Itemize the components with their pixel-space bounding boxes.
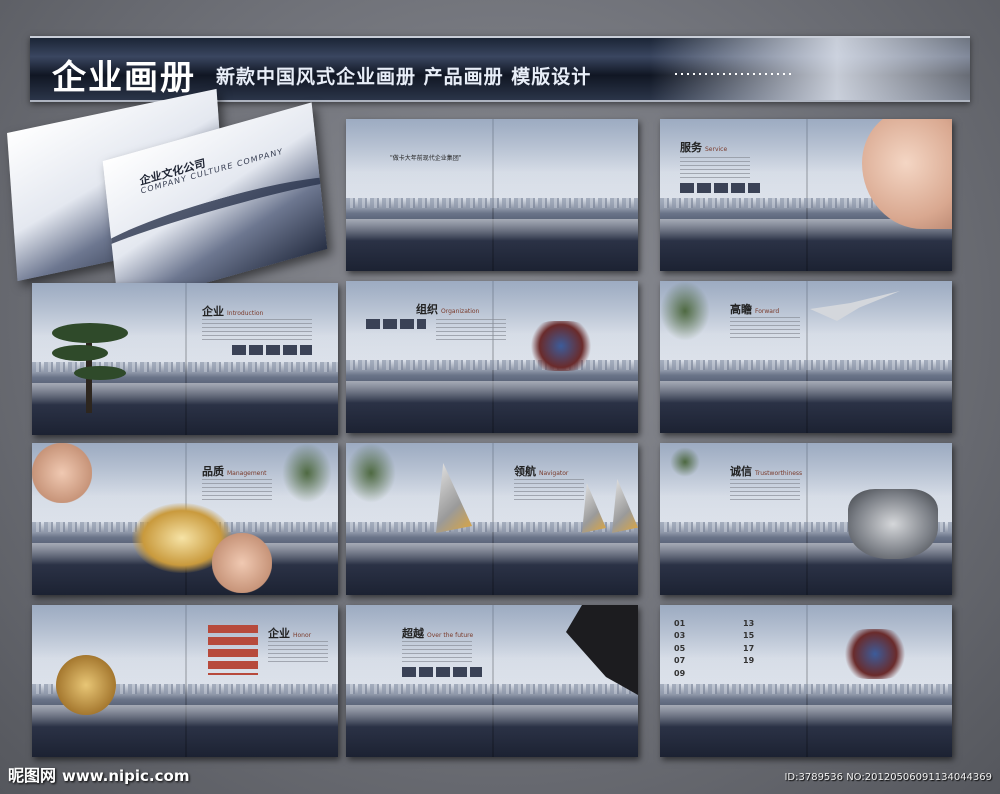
timeline-entry: 09 bbox=[674, 668, 686, 678]
thumbnail-strip bbox=[366, 319, 426, 329]
spread-company: 企业 Introduction bbox=[32, 283, 338, 435]
bamboo-leaves-icon bbox=[282, 443, 332, 503]
header-banner: 企业画册 新款中国风式企业画册 产品画册 模版设计 bbox=[30, 36, 970, 102]
spread-heading: 服务 Service bbox=[680, 141, 728, 154]
body-text-lines bbox=[402, 641, 472, 665]
city-skyline bbox=[660, 684, 952, 695]
spread-heading: 组织 Organization bbox=[416, 303, 480, 316]
bamboo-leaves-icon bbox=[346, 443, 396, 503]
spread-heading: 超越 Over the future bbox=[402, 627, 474, 640]
body-text-lines bbox=[436, 319, 506, 343]
spread-heading: 企业 Honor bbox=[268, 627, 312, 640]
spread-surpass: 超越 Over the future bbox=[346, 605, 638, 757]
spread-quality: 品质 Management bbox=[32, 443, 338, 595]
spread-heading: 高瞻 Forward bbox=[730, 303, 780, 316]
brand-name: 昵图网 bbox=[8, 766, 57, 785]
timeline-entry: 03 bbox=[674, 631, 686, 641]
skydivers-photo bbox=[526, 321, 596, 371]
timeline-entry: 15 bbox=[743, 631, 755, 641]
pine-tree-icon bbox=[52, 323, 128, 413]
footer-brand: 昵图网 www.nipic.com bbox=[8, 762, 189, 786]
spread-quote: "做卡大年前现代企业集团" bbox=[390, 155, 462, 162]
hand-tweezers-photo bbox=[32, 443, 92, 503]
timeline-list: 01 13 03 15 05 17 07 19 09 bbox=[674, 619, 804, 679]
footer-id: ID:3789536 NO:20120506091134044369 bbox=[784, 772, 992, 783]
spread-heading: 品质 Management bbox=[202, 465, 267, 478]
timeline-entry: 05 bbox=[674, 643, 686, 653]
body-text-lines bbox=[730, 317, 800, 341]
banner-subtitle: 新款中国风式企业画册 产品画册 模版设计 bbox=[216, 66, 592, 88]
hand-photo bbox=[212, 533, 272, 593]
thumbnail-strip bbox=[232, 345, 312, 355]
spread-integrity: 诚信 Trustworthiness bbox=[660, 443, 952, 595]
spread-timeline: 01 13 03 15 05 17 07 19 09 bbox=[660, 605, 952, 757]
brand-url: www.nipic.com bbox=[62, 767, 190, 785]
bamboo-leaves-icon bbox=[660, 281, 710, 341]
spread-organization: 组织 Organization bbox=[346, 281, 638, 433]
timeline-entry: 17 bbox=[743, 643, 755, 653]
spread-heading: 诚信 Trustworthiness bbox=[730, 465, 803, 478]
spread-honor: 企业 Honor bbox=[32, 605, 338, 757]
spread-heading: 企业 Introduction bbox=[202, 305, 264, 318]
city-skyline bbox=[346, 684, 638, 695]
spread-intro: "做卡大年前现代企业集团" bbox=[346, 119, 638, 271]
timeline-entry: 01 bbox=[674, 619, 686, 628]
banner-dots bbox=[675, 73, 795, 75]
body-text-lines bbox=[680, 157, 750, 181]
spread-forward: 高瞻 Forward bbox=[660, 281, 952, 433]
city-skyline bbox=[660, 360, 952, 371]
spread-heading: 领航 Navigator bbox=[514, 465, 569, 478]
thumbnail-strip bbox=[680, 183, 760, 193]
tandem-skydivers-photo bbox=[840, 629, 910, 679]
body-text-lines bbox=[202, 319, 312, 343]
body-text-lines bbox=[202, 479, 272, 503]
spread-service: 服务 Service bbox=[660, 119, 952, 271]
certificate-stack bbox=[208, 625, 258, 675]
body-text-lines bbox=[514, 479, 584, 503]
spread-navigator: 领航 Navigator bbox=[346, 443, 638, 595]
banner-title: 企业画册 bbox=[52, 58, 196, 98]
headset-face-photo bbox=[862, 119, 952, 229]
city-skyline bbox=[346, 360, 638, 371]
city-skyline bbox=[346, 198, 638, 209]
bronze-cauldron-photo bbox=[848, 489, 938, 559]
timeline-entry: 13 bbox=[743, 619, 755, 628]
timeline-entry: 07 bbox=[674, 656, 686, 666]
thumbnail-strip bbox=[402, 667, 482, 677]
green-leaves-icon bbox=[670, 447, 700, 477]
timeline-entry: 19 bbox=[743, 656, 755, 666]
cover-swoosh bbox=[102, 162, 328, 275]
body-text-lines bbox=[268, 641, 328, 665]
body-text-lines bbox=[730, 479, 800, 503]
medal-photo bbox=[56, 655, 116, 715]
